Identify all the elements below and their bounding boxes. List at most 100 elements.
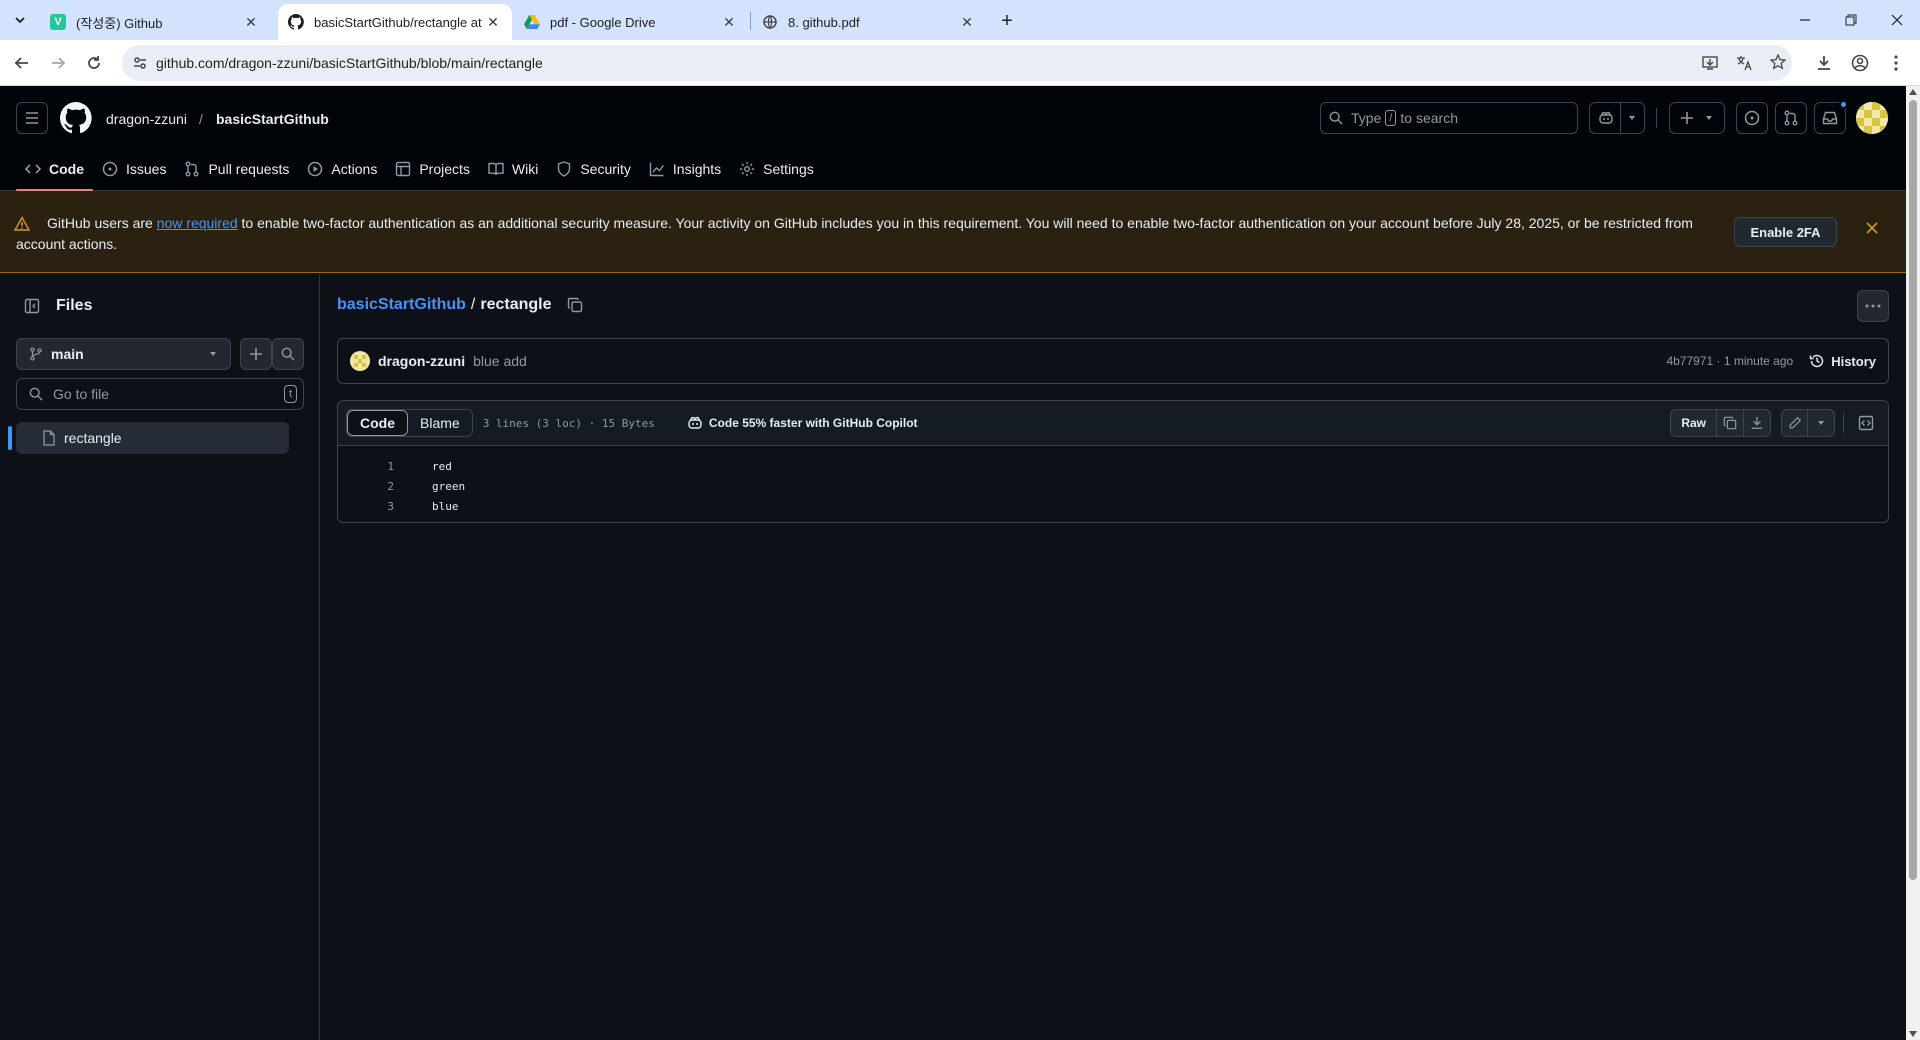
file-icon xyxy=(43,430,55,446)
edit-file-button[interactable] xyxy=(1781,409,1808,437)
commit-message[interactable]: blue add xyxy=(473,353,527,369)
tab-actions[interactable]: Actions xyxy=(298,148,386,190)
tab-pull-requests[interactable]: Pull requests xyxy=(175,148,298,190)
pull-request-icon xyxy=(185,161,199,177)
inbox-button[interactable] xyxy=(1814,100,1848,134)
repo-link[interactable]: basicStartGithub xyxy=(216,111,329,127)
copilot-button[interactable] xyxy=(1589,102,1645,134)
address-bar[interactable]: github.com/dragon-zzuni/basicStartGithub… xyxy=(122,45,1792,81)
copy-raw-button[interactable] xyxy=(1717,409,1744,437)
scroll-up-icon[interactable] xyxy=(1909,89,1917,95)
code-lines: 1 red 2 green 3 blue xyxy=(338,446,1888,516)
history-icon xyxy=(1810,354,1824,368)
enable-2fa-button[interactable]: Enable 2FA xyxy=(1734,217,1837,247)
go-to-file-input[interactable]: Go to file t xyxy=(16,378,304,410)
now-required-link[interactable]: now required xyxy=(157,215,238,231)
caret-down-icon xyxy=(1818,421,1824,425)
line-number[interactable]: 3 xyxy=(338,500,394,513)
arrow-left-icon xyxy=(14,57,28,69)
site-settings-icon[interactable] xyxy=(133,56,147,70)
blame-tab[interactable]: Blame xyxy=(408,410,472,436)
tab-projects[interactable]: Projects xyxy=(386,148,479,190)
copilot-promo-link[interactable]: Code 55% faster with GitHub Copilot xyxy=(687,415,918,431)
close-icon xyxy=(1891,14,1903,26)
tab-issues[interactable]: Issues xyxy=(93,148,175,190)
copilot-icon xyxy=(1598,111,1613,124)
download-raw-button[interactable] xyxy=(1744,409,1771,437)
more-options-button[interactable] xyxy=(1857,290,1889,322)
downloads-button[interactable] xyxy=(1810,49,1838,77)
tab-code[interactable]: Code xyxy=(16,148,93,191)
pull-requests-button[interactable] xyxy=(1775,102,1807,134)
reload-button[interactable] xyxy=(80,49,108,77)
line-content: green xyxy=(432,479,466,493)
close-tab-icon[interactable]: ✕ xyxy=(720,13,738,31)
restore-button[interactable] xyxy=(1828,0,1874,40)
branch-selector[interactable]: main xyxy=(16,338,231,370)
line-number[interactable]: 2 xyxy=(338,480,394,493)
edit-options-button[interactable] xyxy=(1808,409,1835,437)
files-title: Files xyxy=(56,297,93,314)
copilot-icon xyxy=(688,416,702,429)
code-tab[interactable]: Code xyxy=(347,410,408,436)
globe-icon xyxy=(762,14,778,30)
tab-security[interactable]: Security xyxy=(547,148,640,190)
minimize-icon xyxy=(1800,19,1810,21)
file-tree-item[interactable]: rectangle xyxy=(8,422,289,454)
collapse-sidebar-button[interactable] xyxy=(16,290,48,322)
scrollbar-thumb[interactable] xyxy=(1909,100,1917,880)
close-tab-icon[interactable]: ✕ xyxy=(242,13,260,31)
create-new-button[interactable] xyxy=(1669,102,1725,134)
browser-tab-active[interactable]: basicStartGithub/rectangle at m ✕ xyxy=(278,4,512,40)
profile-icon xyxy=(1851,54,1869,72)
avatar[interactable] xyxy=(1856,102,1888,134)
new-tab-button[interactable]: + xyxy=(994,8,1020,34)
line-number[interactable]: 1 xyxy=(338,460,394,473)
close-tab-icon[interactable]: ✕ xyxy=(958,13,976,31)
history-label: History xyxy=(1831,353,1876,369)
tab-insights[interactable]: Insights xyxy=(640,148,730,190)
page-scrollbar[interactable] xyxy=(1906,86,1920,1040)
browser-toolbar: github.com/dragon-zzuni/basicStartGithub… xyxy=(0,40,1920,86)
breadcrumb-repo-link[interactable]: basicStartGithub xyxy=(337,296,466,314)
browser-menu-button[interactable] xyxy=(1882,49,1910,77)
add-file-button[interactable] xyxy=(240,338,272,370)
profile-button[interactable] xyxy=(1846,49,1874,77)
banner-text-before: GitHub users are xyxy=(47,215,157,231)
scroll-down-icon[interactable] xyxy=(1909,1031,1917,1037)
browser-tab[interactable]: pdf - Google Drive ✕ xyxy=(514,4,748,40)
tab-search-button[interactable] xyxy=(8,8,32,32)
tab-settings[interactable]: Settings xyxy=(730,148,823,190)
arrow-right-icon xyxy=(52,57,66,69)
issues-button[interactable] xyxy=(1736,102,1768,134)
browser-tab[interactable]: 8. github.pdf ✕ xyxy=(752,4,986,40)
minimize-button[interactable] xyxy=(1782,0,1828,40)
raw-button[interactable]: Raw xyxy=(1670,409,1717,437)
browser-tab[interactable]: V (작성중) Github ✕ xyxy=(40,4,270,40)
tab-wiki[interactable]: Wiki xyxy=(479,148,547,190)
search-files-button[interactable] xyxy=(272,338,304,370)
tab-label: Code xyxy=(49,161,84,177)
owner-link[interactable]: dragon-zzuni xyxy=(106,111,187,127)
copy-path-button[interactable] xyxy=(567,297,583,313)
commit-author[interactable]: dragon-zzuni xyxy=(378,353,465,369)
commit-meta[interactable]: 4b77971 · 1 minute ago xyxy=(1666,354,1793,368)
global-menu-button[interactable] xyxy=(16,102,48,134)
tab-label: Projects xyxy=(419,161,470,177)
close-tab-icon[interactable]: ✕ xyxy=(484,13,502,31)
symbols-icon xyxy=(1858,415,1874,431)
close-banner-icon[interactable] xyxy=(1866,222,1878,234)
avatar[interactable] xyxy=(350,351,370,371)
back-button[interactable] xyxy=(8,49,36,77)
forward-button[interactable] xyxy=(44,49,72,77)
history-button[interactable]: History xyxy=(1809,353,1876,369)
close-window-button[interactable] xyxy=(1874,0,1920,40)
symbols-panel-button[interactable] xyxy=(1852,409,1880,437)
star-icon[interactable] xyxy=(1770,54,1786,70)
translate-icon[interactable] xyxy=(1736,55,1752,71)
search-input[interactable]: Type / to search xyxy=(1320,102,1578,134)
search-icon xyxy=(1329,111,1343,125)
copy-icon xyxy=(1723,416,1737,430)
github-logo-icon[interactable] xyxy=(60,102,92,134)
install-app-icon[interactable] xyxy=(1702,55,1718,71)
